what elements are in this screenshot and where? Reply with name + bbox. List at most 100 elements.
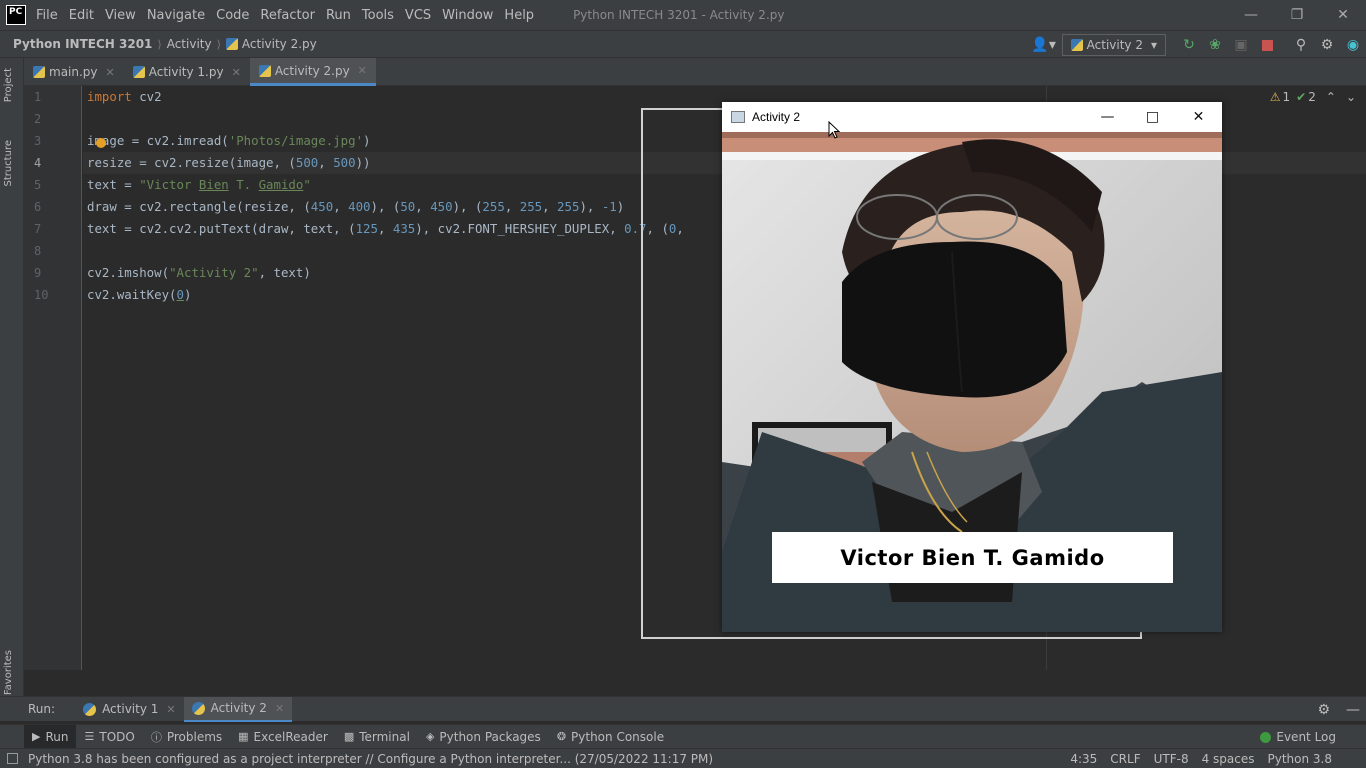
breadcrumb-project[interactable]: Python INTECH 3201 [13,37,152,51]
opencv-output-window[interactable]: Activity 2 — □ ✕ Victor Bien T. Gamido [722,102,1222,632]
chevron-up-icon[interactable]: ⌃ [1326,90,1336,104]
user-icon[interactable]: 👤▾ [1026,31,1062,59]
line-separator[interactable]: CRLF [1110,752,1140,766]
chevron-down-icon: ▾ [1150,38,1157,52]
project-tool-button[interactable]: Project [3,68,14,102]
code-line-5: text = "Victor Bien T. Gamido" [87,177,311,192]
tool-tab-todo[interactable]: ☰ TODO [76,725,142,749]
gear-icon[interactable]: ⚙ [1314,31,1340,59]
code-line-9: cv2.imshow("Activity 2", text) [87,265,311,280]
tab-activity-2-py[interactable]: Activity 2.py ✕ [249,58,376,86]
close-icon[interactable]: ✕ [106,66,115,79]
tool-tab-label: Python Console [571,729,665,744]
search-icon[interactable]: ⚲ [1288,31,1314,59]
code-line-3: image = cv2.imread('Photos/image.jpg') [87,133,371,148]
chevron-down-icon[interactable]: ⌄ [1346,90,1356,104]
python-file-icon [1070,39,1083,51]
minimize-button[interactable]: — [1228,0,1274,30]
python-file-icon [258,64,271,77]
status-message[interactable]: Python 3.8 has been configured as a proj… [28,752,713,766]
cv-window-titlebar[interactable]: Activity 2 — □ ✕ [722,102,1222,132]
intention-bulb-icon[interactable] [96,138,106,148]
menu-edit[interactable]: Edit [69,8,94,23]
cv-minimize-button[interactable]: — [1085,102,1130,132]
close-button[interactable]: ✕ [1320,0,1366,30]
window-controls: — ❐ ✕ [1228,0,1366,30]
python-file-icon [225,38,238,50]
cv-close-button[interactable]: ✕ [1176,102,1221,132]
cv-image-display: Victor Bien T. Gamido [722,132,1222,632]
tool-tab-excelreader[interactable]: ▦ ExcelReader [230,725,336,749]
inspection-widget[interactable]: ⚠ 1 ✔ 2 ⌃ ⌄ [1264,90,1356,104]
menu-vcs[interactable]: VCS [405,8,431,23]
menu-code[interactable]: Code [216,8,249,23]
tool-tab-terminal[interactable]: ▩ Terminal [336,725,418,749]
file-encoding[interactable]: UTF-8 [1154,752,1189,766]
gear-icon[interactable]: ⚙ [1317,702,1330,718]
line-number: 10 [34,288,49,302]
caret-position[interactable]: 4:35 [1070,752,1097,766]
menu-file[interactable]: File [36,8,58,23]
layers-icon: ◈ [425,730,435,743]
name-overlay-text: Victor Bien T. Gamido [840,545,1105,570]
python-icon [191,701,205,715]
debug-icon[interactable]: ❀ [1202,31,1228,59]
code-line-4: resize = cv2.resize(image, (500, 500)) [87,155,371,170]
hide-panel-icon[interactable]: — [1346,702,1360,718]
line-number: 2 [34,112,42,126]
tab-main-py[interactable]: main.py ✕ [24,58,124,86]
coverage-icon[interactable]: ▣ [1228,31,1254,59]
warning-count: 1 [1282,90,1291,104]
menu-tools[interactable]: Tools [362,8,394,23]
tool-tab-label: TODO [99,729,135,744]
run-tab-label: Activity 1 [102,702,159,716]
check-icon: ✔ [1296,90,1307,104]
event-log-button[interactable]: Event Log [1260,725,1336,749]
close-icon[interactable]: ✕ [166,703,175,716]
menu-refactor[interactable]: Refactor [260,8,315,23]
tab-label: Activity 1.py [148,65,224,79]
tab-label: main.py [49,65,98,79]
close-icon[interactable]: ✕ [275,702,284,715]
run-tab-activity-2[interactable]: Activity 2 ✕ [183,696,293,722]
code-line-6: draw = cv2.rectangle(resize, (450, 400),… [87,199,625,214]
mouse-cursor-icon [828,121,840,139]
indent-setting[interactable]: 4 spaces [1202,752,1255,766]
window-app-icon [731,111,745,123]
tool-tab-label: ExcelReader [253,729,328,744]
status-widgets: 4:35 CRLF UTF-8 4 spaces Python 3.8 [1057,749,1332,768]
table-icon: ▦ [238,730,249,743]
toolbar-actions: 👤▾ Activity 2 ▾ ↻ ❀ ▣ ⚲ ⚙ ◉ [1026,31,1366,59]
stop-icon[interactable] [1254,31,1280,59]
panel-toggle-icon[interactable] [7,753,18,764]
close-icon[interactable]: ✕ [232,66,241,79]
structure-tool-button[interactable]: Structure [3,140,14,187]
close-icon[interactable]: ✕ [358,64,367,77]
breadcrumb-folder[interactable]: Activity [167,37,212,51]
tool-tab-run[interactable]: ▶ Run [24,724,77,749]
menu-bar: PC File Edit View Navigate Code Refactor… [0,0,1366,30]
python-interpreter[interactable]: Python 3.8 [1268,752,1333,766]
jetbrains-icon[interactable]: ◉ [1340,31,1366,59]
tool-tab-problems[interactable]: ⓘ Problems [143,725,230,749]
info-icon: ⓘ [150,730,162,744]
code-line-7: text = cv2.cv2.putText(draw, text, (125,… [87,221,684,236]
cv-maximize-button[interactable]: □ [1130,102,1175,132]
breadcrumb-separator-icon: ⟩ [216,37,221,51]
tab-activity-1-py[interactable]: Activity 1.py ✕ [124,58,250,86]
menu-run[interactable]: Run [326,8,351,23]
line-number: 9 [34,266,42,280]
menu-view[interactable]: View [105,8,136,23]
list-icon: ☰ [84,730,95,743]
rerun-icon[interactable]: ↻ [1176,31,1202,59]
menu-navigate[interactable]: Navigate [147,8,205,23]
favorites-tool-button[interactable]: Favorites [3,650,14,695]
run-configuration-select[interactable]: Activity 2 ▾ [1061,34,1166,56]
restore-button[interactable]: ❐ [1274,0,1320,30]
tool-tab-python-packages[interactable]: ◈ Python Packages [418,725,549,749]
run-tab-activity-1[interactable]: Activity 1 ✕ [75,697,184,722]
breadcrumb-file[interactable]: Activity 2.py [242,37,317,51]
tool-tab-python-console[interactable]: ❂ Python Console [549,725,672,749]
menu-window[interactable]: Window [442,8,493,23]
menu-help[interactable]: Help [504,8,534,23]
